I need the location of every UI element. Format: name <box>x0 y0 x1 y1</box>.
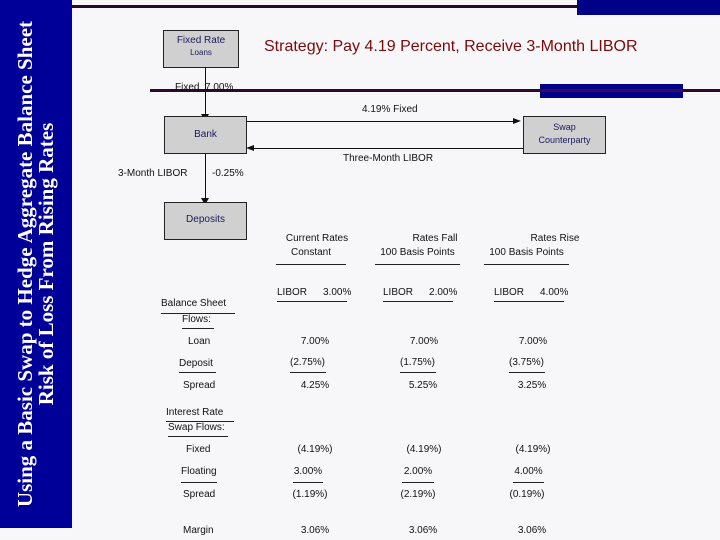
loans-box-line1: Fixed Rate <box>176 35 226 46</box>
bs-row-label-deposit: Deposit <box>179 358 216 373</box>
bs-row-value: 7.00% <box>409 336 439 347</box>
deposits-box: Deposits <box>164 202 247 240</box>
receive-float-line <box>250 148 523 149</box>
scenario-sub-2: 100 Basis Points <box>484 247 569 265</box>
swap-row-value: (1.19%) <box>292 489 328 500</box>
swap-counterparty-box: Swap Counterparty <box>523 116 606 154</box>
scenario-sub-0: Constant <box>276 247 346 265</box>
bs-row-value: 7.00% <box>518 336 548 347</box>
bank-box: Bank <box>164 116 247 154</box>
scenario-sub-1: 100 Basis Points <box>375 247 460 265</box>
swap-row-value: 3.00% <box>293 466 323 483</box>
top-right-bar <box>577 0 720 15</box>
swap-row-value: (2.19%) <box>400 489 436 500</box>
libor-value: 3.00% <box>323 287 352 298</box>
counterparty-line1: Swap <box>553 122 576 132</box>
pay-fixed-line <box>246 121 518 122</box>
pay-fixed-label: 4.19% Fixed <box>362 104 418 115</box>
bs-row-value: 3.25% <box>517 380 547 391</box>
libor-label: LIBOR <box>494 287 525 298</box>
bank-to-deposits-line <box>205 153 206 203</box>
libor-label: LIBOR <box>383 287 414 298</box>
slide-title: Using a Basic Swap to Hedge Aggregate Ba… <box>13 20 58 508</box>
arrow-right-icon <box>513 118 521 124</box>
swap-row-label-spread: Spread <box>183 489 216 500</box>
arrow-left-icon <box>246 145 254 151</box>
counterparty-line2: Counterparty <box>538 135 591 145</box>
swap-row-value: (4.19%) <box>297 444 333 455</box>
scenario-header-2: Rates Rise <box>530 233 580 244</box>
bs-row-value: (1.75%) <box>400 357 436 373</box>
swap-row-label-floating: Floating <box>181 466 217 483</box>
bs-row-value: (3.75%) <box>509 357 545 373</box>
loans-flow-label: Fixed 7.00% <box>175 82 234 93</box>
loans-to-bank-line <box>205 67 206 120</box>
scenario-libor-0: LIBOR 3.00% <box>277 287 351 302</box>
mid-right-bar-stripe <box>540 89 683 92</box>
swap-row-value: 2.00% <box>402 466 434 483</box>
libor-value: 4.00% <box>540 287 569 298</box>
swap-row-value: (4.19%) <box>515 444 551 455</box>
libor-value: 2.00% <box>429 287 458 298</box>
bs-row-label-spread: Spread <box>183 380 216 391</box>
bs-row-value: (2.75%) <box>290 357 326 373</box>
deposit-flow-right-label: -0.25% <box>212 168 244 179</box>
swap-row-label-fixed: Fixed <box>186 444 211 455</box>
balance-sheet-subheading: Flows: <box>182 314 214 329</box>
margin-label: Margin <box>183 525 214 536</box>
deposits-label: Deposits <box>186 214 225 225</box>
fixed-rate-loans-box: Fixed Rate Loans <box>163 30 239 68</box>
margin-value: 3.06% <box>408 525 438 536</box>
scenario-header-1: Rates Fall <box>412 233 458 244</box>
scenario-libor-1: LIBOR 2.00% <box>383 287 457 302</box>
bs-row-label-loan: Loan <box>188 336 211 347</box>
margin-value: 3.06% <box>300 525 330 536</box>
balance-sheet-heading: Balance Sheet <box>161 298 235 314</box>
strategy-title: Strategy: Pay 4.19 Percent, Receive 3-Mo… <box>264 38 638 55</box>
loans-box-line2: Loans <box>190 48 212 57</box>
libor-label: LIBOR <box>277 287 308 298</box>
deposit-flow-left-label: 3-Month LIBOR <box>118 168 188 179</box>
scenario-libor-2: LIBOR 4.00% <box>494 287 568 302</box>
bank-label: Bank <box>194 129 217 140</box>
swap-row-value: (0.19%) <box>509 489 545 500</box>
swap-row-value: 4.00% <box>513 466 544 483</box>
receive-float-label: Three-Month LIBOR <box>343 153 434 164</box>
swap-row-value: (4.19%) <box>406 444 442 455</box>
margin-value: 3.06% <box>517 525 547 536</box>
swap-flows-heading: Interest Rate <box>166 407 234 422</box>
bs-row-value: 5.25% <box>408 380 438 391</box>
bs-row-value: 4.25% <box>300 380 330 391</box>
swap-flows-subheading: Swap Flows: <box>168 422 228 437</box>
scenario-header-0: Current Rates <box>285 233 349 244</box>
bs-row-value: 7.00% <box>300 336 330 347</box>
sidebar: Using a Basic Swap to Hedge Aggregate Ba… <box>0 0 72 528</box>
